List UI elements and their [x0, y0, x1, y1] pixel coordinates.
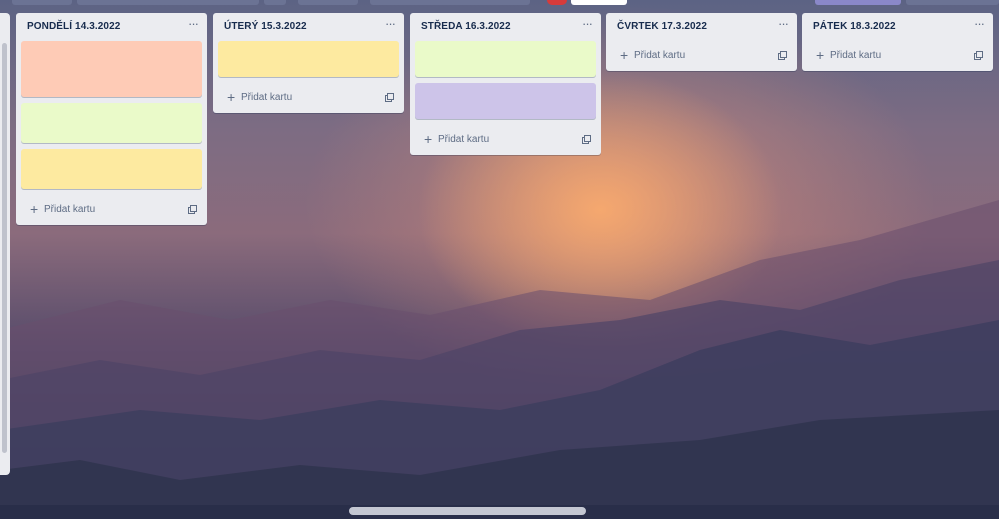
- template-icon[interactable]: [582, 135, 591, 144]
- plus-icon: +: [30, 201, 39, 217]
- plus-icon: +: [227, 89, 236, 105]
- template-icon[interactable]: [188, 205, 197, 214]
- plus-icon: +: [620, 47, 629, 63]
- add-card-row[interactable]: + Přidat kartu: [606, 41, 797, 71]
- power-ups-button[interactable]: [815, 0, 901, 5]
- ellipsis-icon[interactable]: ···: [582, 16, 593, 31]
- add-card-row[interactable]: + Přidat kartu: [16, 195, 207, 225]
- card[interactable]: [21, 149, 202, 189]
- add-card-label[interactable]: Přidat kartu: [634, 50, 685, 61]
- list-friday: PÁTEK 18.3.2022 ··· + Přidat kartu: [802, 13, 993, 71]
- plus-icon: +: [816, 47, 825, 63]
- card[interactable]: [415, 83, 596, 119]
- toolbar-button[interactable]: [12, 0, 72, 5]
- menu-button[interactable]: [906, 0, 999, 5]
- vertical-scrollbar[interactable]: [2, 43, 7, 453]
- list-header: PONDĚLÍ 14.3.2022 ···: [16, 13, 207, 41]
- list-title[interactable]: PONDĚLÍ 14.3.2022: [27, 21, 120, 32]
- list-title[interactable]: ČVRTEK 17.3.2022: [617, 21, 707, 32]
- add-card-label[interactable]: Přidat kartu: [241, 92, 292, 103]
- visibility-button[interactable]: [370, 0, 530, 5]
- list-header: PÁTEK 18.3.2022 ···: [802, 13, 993, 41]
- list-thursday: ČVRTEK 17.3.2022 ··· + Přidat kartu: [606, 13, 797, 71]
- template-icon[interactable]: [385, 93, 394, 102]
- star-button[interactable]: [264, 0, 286, 5]
- ellipsis-icon[interactable]: ···: [385, 16, 396, 31]
- board-name-button[interactable]: [77, 0, 259, 5]
- add-card-label[interactable]: Přidat kartu: [44, 204, 95, 215]
- add-card-row[interactable]: + Přidat kartu: [213, 83, 404, 113]
- horizontal-scrollbar: [0, 505, 999, 519]
- list-title[interactable]: STŘEDA 16.3.2022: [421, 21, 511, 32]
- top-toolbar: [0, 0, 999, 6]
- list-monday: PONDĚLÍ 14.3.2022 ··· + Přidat kartu: [16, 13, 207, 225]
- ellipsis-icon[interactable]: ···: [974, 16, 985, 31]
- add-card-label[interactable]: Přidat kartu: [438, 134, 489, 145]
- list-header: ÚTERÝ 15.3.2022 ···: [213, 13, 404, 41]
- list-header: ČVRTEK 17.3.2022 ···: [606, 13, 797, 41]
- card[interactable]: [415, 41, 596, 77]
- list-wednesday: STŘEDA 16.3.2022 ··· + Přidat kartu: [410, 13, 601, 155]
- template-icon[interactable]: [974, 51, 983, 60]
- add-card-row[interactable]: + Přidat kartu: [802, 41, 993, 71]
- scrollbar-thumb[interactable]: [349, 507, 586, 515]
- card[interactable]: [218, 41, 399, 77]
- list-title[interactable]: ÚTERÝ 15.3.2022: [224, 21, 307, 32]
- list-header: STŘEDA 16.3.2022 ···: [410, 13, 601, 41]
- ellipsis-icon[interactable]: ···: [188, 16, 199, 31]
- card[interactable]: [21, 41, 202, 97]
- member-avatar[interactable]: [547, 0, 567, 5]
- ellipsis-icon[interactable]: ···: [778, 16, 789, 31]
- card[interactable]: [21, 103, 202, 143]
- previous-list-edge: [0, 13, 10, 475]
- list-title[interactable]: PÁTEK 18.3.2022: [813, 21, 896, 32]
- workspace-button[interactable]: [298, 0, 358, 5]
- share-button[interactable]: [571, 0, 627, 5]
- template-icon[interactable]: [778, 51, 787, 60]
- add-card-label[interactable]: Přidat kartu: [830, 50, 881, 61]
- plus-icon: +: [424, 131, 433, 147]
- list-tuesday: ÚTERÝ 15.3.2022 ··· + Přidat kartu: [213, 13, 404, 113]
- add-card-row[interactable]: + Přidat kartu: [410, 125, 601, 155]
